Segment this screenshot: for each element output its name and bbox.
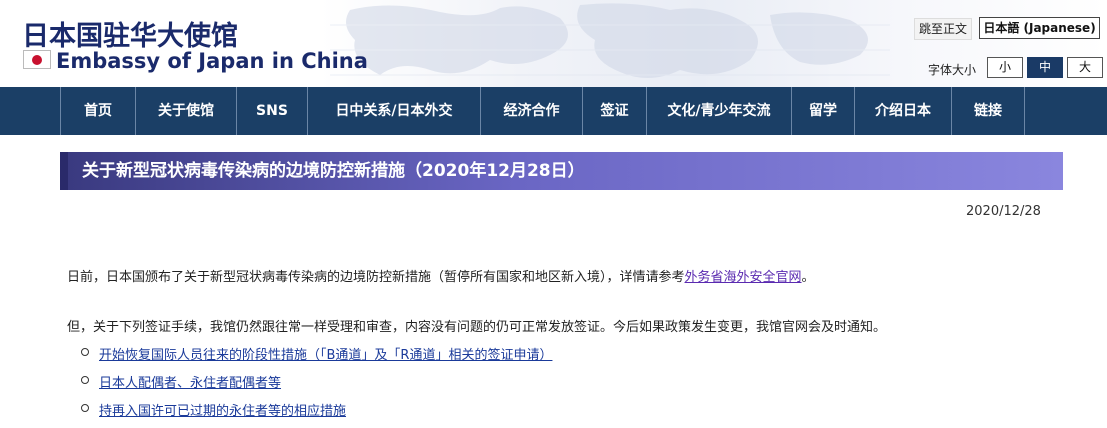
nav-item-study-abroad[interactable]: 留学 [791,87,854,135]
intro-text: 日前，日本国颁布了关于新型冠状病毒传染病的边境防控新措施（暂停所有国家和地区新入… [67,270,685,285]
mofa-safety-link[interactable]: 外务省海外安全官网 [685,270,802,285]
intro-end: 。 [801,270,815,285]
publish-date: 2020/12/28 [966,204,1041,219]
visa-procedures-list: 开始恢复国际人员往来的阶段性措施（「B通道」及「R通道」相关的签证申请） 日本人… [81,344,552,428]
font-size-medium-button[interactable]: 中 [1027,57,1063,78]
nav-item-economic-cooperation[interactable]: 经济合作 [480,87,582,135]
site-title-english[interactable]: Embassy of Japan in China [56,49,368,73]
main-navigation: 首页 关于使馆 SNS 日中关系/日本外交 经济合作 签证 文化/青少年交流 留… [0,87,1107,135]
font-size-small-button[interactable]: 小 [987,57,1023,78]
nav-item-japan-china-relations[interactable]: 日中关系/日本外交 [307,87,480,135]
page-title-bar: 关于新型冠状病毒传染病的边境防控新措施（2020年12月28日） [60,152,1063,190]
list-item: 开始恢复国际人员往来的阶段性措施（「B通道」及「R通道」相关的签证申请） [81,344,552,372]
japan-flag-icon [23,50,51,69]
nav-item-about-embassy[interactable]: 关于使馆 [135,87,236,135]
list-link-reentry-permit[interactable]: 持再入国许可已过期的永住者等的相应措施 [99,404,346,419]
nav-item-culture-youth-exchange[interactable]: 文化/青少年交流 [646,87,791,135]
list-link-spouses[interactable]: 日本人配偶者、永住者配偶者等 [99,376,281,391]
intro-paragraph: 日前，日本国颁布了关于新型冠状病毒传染病的边境防控新措施（暂停所有国家和地区新入… [67,266,815,285]
language-japanese-button[interactable]: 日本語 (Japanese) [979,17,1100,39]
nav-item-sns[interactable]: SNS [236,87,307,135]
nav-item-visa[interactable]: 签证 [582,87,646,135]
font-size-label: 字体大小 [928,63,977,77]
bullet-icon [81,348,89,356]
list-link-phased-measures[interactable]: 开始恢复国际人员往来的阶段性措施（「B通道」及「R通道」相关的签证申请） [99,348,552,363]
font-size-large-button[interactable]: 大 [1067,57,1103,78]
world-map-decoration [330,3,890,79]
site-title-chinese[interactable]: 日本国驻华大使馆 [22,14,238,53]
visa-paragraph: 但，关于下列签证手续，我馆仍然跟往常一样受理和审查，内容没有问题的仍可正常发放签… [67,320,887,335]
site-header: 日本国驻华大使馆 Embassy of Japan in China 跳至正文 … [0,0,1107,87]
bullet-icon [81,376,89,384]
nav-item-home[interactable]: 首页 [60,87,135,135]
page-title: 关于新型冠状病毒传染病的边境防控新措施（2020年12月28日） [82,161,585,181]
skip-to-content-link[interactable]: 跳至正文 [914,18,972,40]
bullet-icon [81,404,89,412]
list-item: 日本人配偶者、永住者配偶者等 [81,372,552,400]
nav-item-links[interactable]: 链接 [951,87,1025,135]
nav-item-introduce-japan[interactable]: 介绍日本 [854,87,951,135]
